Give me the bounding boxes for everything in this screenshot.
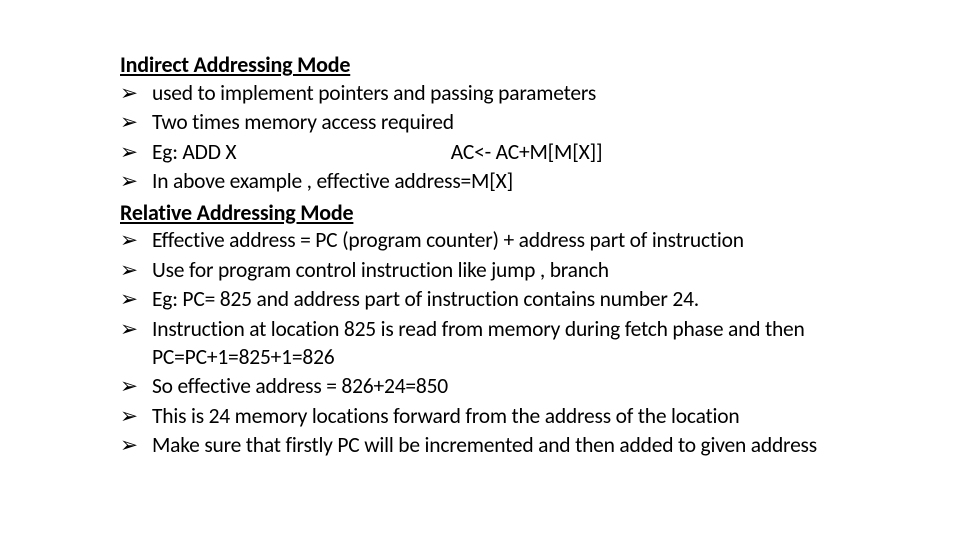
list-item: ➢ This is 24 memory locations forward fro… (120, 403, 830, 431)
arrow-icon: ➢ (120, 316, 138, 344)
list-item: ➢ In above example , effective address=M[… (120, 168, 830, 196)
arrow-icon: ➢ (120, 373, 138, 401)
list-relative: ➢ Effective address = PC (program counter… (120, 227, 830, 459)
list-item: ➢ Instruction at location 825 is read fro… (120, 316, 830, 371)
list-item-text: Make sure that firstly PC will be increm… (152, 432, 817, 458)
list-item: ➢ Eg: ADD X AC<- AC+M[M[X]] (120, 139, 830, 167)
heading-relative: Relative Addressing Mode (120, 198, 830, 228)
page: Indirect Addressing Mode ➢ used to implem… (0, 0, 960, 540)
list-item-text: In above example , effective address=M[X… (152, 168, 513, 194)
list-item-text: Two times memory access required (152, 109, 454, 135)
arrow-icon: ➢ (120, 403, 138, 431)
arrow-icon: ➢ (120, 227, 138, 255)
list-item: ➢ Use for program control instruction lik… (120, 257, 830, 285)
list-item-text: Eg: PC= 825 and address part of instruct… (152, 286, 699, 312)
content-block: Indirect Addressing Mode ➢ used to implem… (120, 50, 830, 462)
list-item-text: used to implement pointers and passing p… (152, 80, 596, 106)
list-item: ➢ Make sure that firstly PC will be incre… (120, 432, 830, 460)
list-item-text: Effective address = PC (program counter)… (152, 227, 744, 253)
list-item-text: Use for program control instruction like… (152, 257, 609, 283)
arrow-icon: ➢ (120, 432, 138, 460)
list-item: ➢ Effective address = PC (program counter… (120, 227, 830, 255)
heading-indirect: Indirect Addressing Mode (120, 50, 830, 80)
list-item-text: Instruction at location 825 is read from… (152, 316, 805, 370)
list-item: ➢ So effective address = 826+24=850 (120, 373, 830, 401)
list-indirect: ➢ used to implement pointers and passing … (120, 80, 830, 196)
list-item: ➢ Two times memory access required (120, 109, 830, 137)
list-item-text: This is 24 memory locations forward from… (152, 403, 739, 429)
list-item: ➢ used to implement pointers and passing … (120, 80, 830, 108)
list-item-text: So effective address = 826+24=850 (152, 373, 448, 399)
arrow-icon: ➢ (120, 80, 138, 108)
arrow-icon: ➢ (120, 286, 138, 314)
arrow-icon: ➢ (120, 139, 138, 167)
arrow-icon: ➢ (120, 168, 138, 196)
list-item: ➢ Eg: PC= 825 and address part of instruc… (120, 286, 830, 314)
arrow-icon: ➢ (120, 257, 138, 285)
list-item-text: Eg: ADD X AC<- AC+M[M[X]] (152, 139, 602, 165)
arrow-icon: ➢ (120, 109, 138, 137)
